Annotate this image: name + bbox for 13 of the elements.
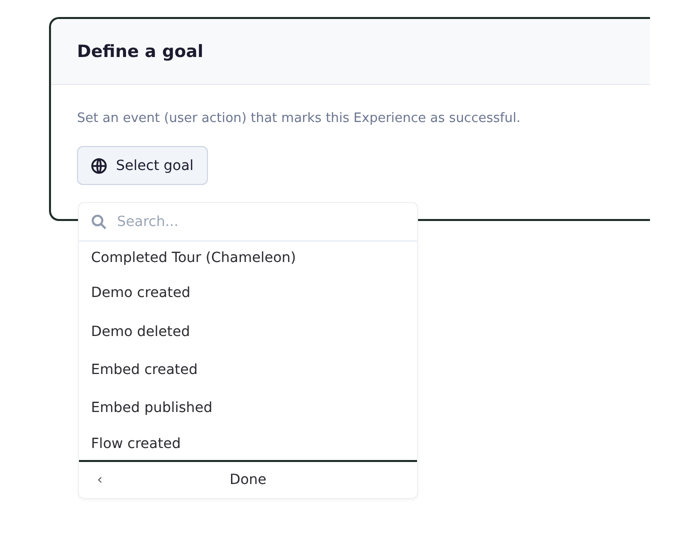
search-icon bbox=[91, 214, 107, 230]
goal-option[interactable]: Demo created bbox=[79, 274, 417, 312]
goal-option[interactable]: Demo deleted bbox=[79, 312, 417, 351]
done-button[interactable]: Done bbox=[230, 472, 266, 488]
goal-option[interactable]: Completed Tour (Chameleon) bbox=[79, 242, 417, 274]
select-goal-button[interactable]: Select goal bbox=[77, 146, 208, 185]
card-description: Set an event (user action) that marks this Experience as successful. bbox=[77, 111, 522, 126]
globe-icon bbox=[91, 158, 107, 174]
card-title: Define a goal bbox=[77, 42, 204, 62]
goal-option[interactable]: Embed created bbox=[79, 350, 417, 390]
goal-option[interactable]: Flow created bbox=[79, 428, 417, 460]
back-button[interactable]: ‹ bbox=[97, 472, 103, 488]
goal-option[interactable]: Embed published bbox=[79, 389, 417, 428]
